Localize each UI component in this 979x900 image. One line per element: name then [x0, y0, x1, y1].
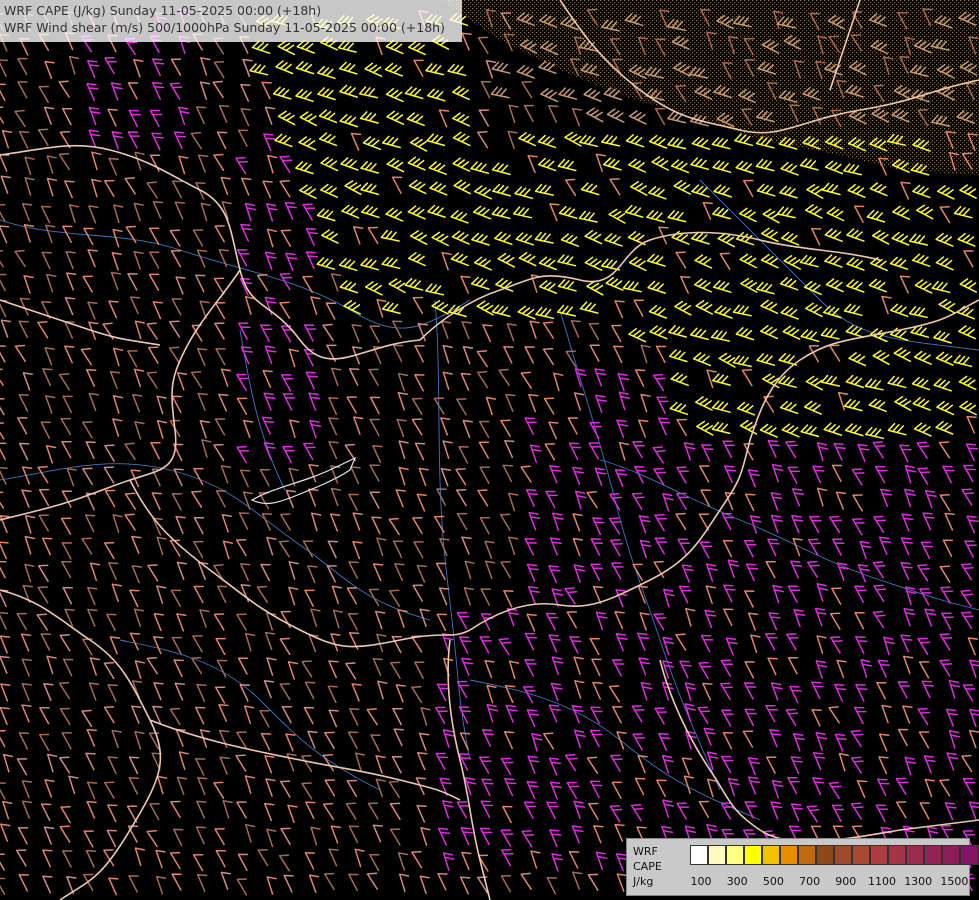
- legend-tick: 500: [762, 875, 784, 888]
- legend-swatch: [744, 845, 762, 865]
- legend-tick: 900: [835, 875, 857, 888]
- legend-swatch: [924, 845, 942, 865]
- wind-shear-title: WRF Wind shear (m/s) 500/1000hPa Sunday …: [4, 20, 445, 35]
- legend-tick: 1500: [940, 875, 969, 888]
- legend-swatch: [798, 845, 816, 865]
- legend-swatch: [690, 845, 708, 865]
- legend-field-label: CAPE: [633, 860, 662, 873]
- legend-unit-label: J/kg: [633, 875, 654, 888]
- legend-color-scale: [690, 845, 979, 865]
- legend-model-label: WRF: [633, 845, 658, 858]
- legend-swatch: [780, 845, 798, 865]
- legend-tick: 700: [799, 875, 821, 888]
- legend-tick: 1100: [868, 875, 896, 888]
- legend-tick-labels: 100 300 500 700 900 1100 1300 1500: [681, 875, 971, 889]
- legend-tick: 300: [726, 875, 748, 888]
- legend-swatch: [942, 845, 960, 865]
- map-title-box: WRF CAPE (J/kg) Sunday 11-05-2025 00:00 …: [0, 0, 462, 42]
- legend-swatch: [708, 845, 726, 865]
- legend-swatch: [816, 845, 834, 865]
- legend-swatch: [960, 845, 978, 865]
- legend-swatch: [870, 845, 888, 865]
- cape-title: WRF CAPE (J/kg) Sunday 11-05-2025 00:00 …: [4, 3, 322, 18]
- cape-wind-shear-map: [0, 0, 979, 900]
- legend-tick: 100: [690, 875, 712, 888]
- legend-swatch: [834, 845, 852, 865]
- legend-swatch: [726, 845, 744, 865]
- legend-swatch: [888, 845, 906, 865]
- legend-swatch: [852, 845, 870, 865]
- cape-legend: WRF CAPE J/kg 100 300 500 700 900 1100 1300 150…: [626, 838, 979, 896]
- legend-swatch: [906, 845, 924, 865]
- legend-tick: 1300: [904, 875, 933, 888]
- legend-swatch: [762, 845, 780, 865]
